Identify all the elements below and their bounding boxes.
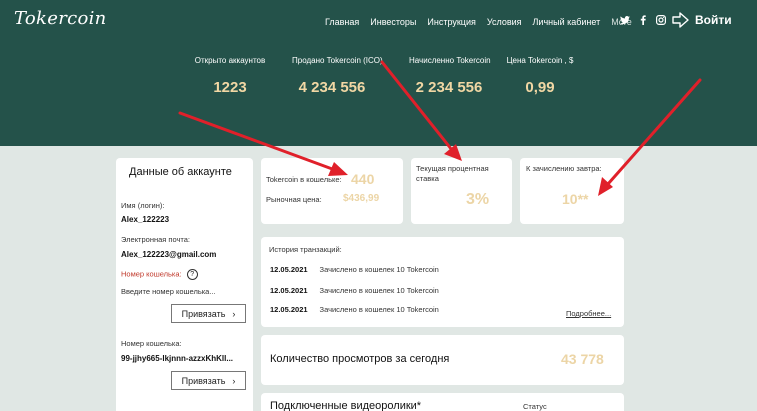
account-title: Данные об аккаунте xyxy=(129,166,232,178)
videos-label: Подключенные видеоролики* xyxy=(270,400,422,411)
email-value: Alex_122223@gmail.com xyxy=(121,250,217,259)
rate-label: Текущая процентная ставка xyxy=(416,164,489,183)
tomorrow-card: К зачислению завтра: 10** xyxy=(520,158,624,224)
stat-accrued: Начисленно Tokercoin 2 234 556 xyxy=(409,56,491,96)
wallet-label: Номер кошелька: xyxy=(121,269,182,279)
login-button[interactable]: Войти xyxy=(671,11,732,29)
nav-item-instructions[interactable]: Инструкция xyxy=(427,17,475,27)
account-card: Данные об аккаунте Имя (логин): Alex_122… xyxy=(116,158,253,411)
bind-wallet-button[interactable]: Привязать › xyxy=(171,304,246,323)
wallet-label-row: Номер кошелька:? xyxy=(121,269,198,280)
chevron-right-icon: › xyxy=(232,308,236,319)
twitter-icon[interactable] xyxy=(620,15,630,28)
header: Tokercoin Главная Инвесторы Инструкция У… xyxy=(0,0,757,146)
rate-card: Текущая процентная ставка 3% xyxy=(411,158,512,224)
main-nav: Главная Инвесторы Инструкция Условия Лич… xyxy=(325,17,643,27)
nav-item-home[interactable]: Главная xyxy=(325,17,359,27)
stat-value: 4 234 556 xyxy=(298,79,366,96)
market-price-label: Рыночная цена: xyxy=(266,195,322,204)
bind-label: Привязать xyxy=(181,375,226,386)
name-label: Имя (логин): xyxy=(121,201,165,210)
stat-price: Цена Tokercoin , $ 0,99 xyxy=(500,56,580,96)
chevron-right-icon: › xyxy=(232,375,236,386)
transactions-title: История транзакций: xyxy=(269,245,342,254)
tx-text: Зачислено в кошелек 10 Tokercoin xyxy=(319,265,439,274)
tx-text: Зачислено в кошелек 10 Tokercoin xyxy=(319,305,439,314)
stat-value: 2 234 556 xyxy=(415,79,483,96)
rate-value: 3% xyxy=(466,191,490,208)
social-links xyxy=(620,15,667,28)
instagram-icon[interactable] xyxy=(656,15,667,28)
wallet-number-value: 99-jjhy665-lkjnnn-azzxKhKll... xyxy=(121,354,234,363)
stat-label: Цена Tokercoin , $ xyxy=(506,56,574,65)
videos-card: Подключенные видеоролики* Статус xyxy=(261,393,624,411)
bind-label: Привязать xyxy=(181,308,226,319)
balance-label: Tokercoin в кошельке: xyxy=(266,175,342,184)
stat-label: Продано Tokercoin (ICO) xyxy=(292,56,383,65)
table-row: 12.05.2021 Зачислено в кошелек 10 Tokerco… xyxy=(270,286,439,295)
facebook-icon[interactable] xyxy=(638,15,648,28)
views-label: Количество просмотров за сегодня xyxy=(270,353,450,365)
videos-status-label: Статус xyxy=(523,402,547,411)
bind-wallet-button-2[interactable]: Привязать › xyxy=(171,371,246,390)
name-value: Alex_122223 xyxy=(121,215,170,224)
help-icon[interactable]: ? xyxy=(186,269,198,280)
wallet-number-label: Номер кошелька: xyxy=(121,339,182,348)
email-label: Электронная почта: xyxy=(121,235,191,244)
nav-item-cabinet[interactable]: Личный кабинет xyxy=(533,17,601,27)
market-price-value: $436,99 xyxy=(343,193,380,204)
balance-value: 440 xyxy=(351,171,375,187)
tx-date: 12.05.2021 xyxy=(270,286,308,295)
table-row: 12.05.2021 Зачислено в кошелек 10 Tokerco… xyxy=(270,265,439,274)
nav-item-terms[interactable]: Условия xyxy=(487,17,522,27)
stat-value: 1223 xyxy=(213,79,247,96)
stat-sold-ico: Продано Tokercoin (ICO) 4 234 556 xyxy=(292,56,383,96)
wallet-input[interactable]: Введите номер кошелька... xyxy=(121,287,216,296)
login-arrow-icon xyxy=(672,12,689,28)
tomorrow-label: К зачислению завтра: xyxy=(526,164,602,173)
stat-label: Открыто аккаунтов xyxy=(194,56,266,65)
stat-accounts: Открыто аккаунтов 1223 xyxy=(190,56,270,96)
more-link[interactable]: Подробнее... xyxy=(566,309,611,318)
stat-value: 0,99 xyxy=(525,79,555,96)
stat-label: Начисленно Tokercoin xyxy=(409,56,491,65)
views-value: 43 778 xyxy=(561,351,604,367)
tx-date: 12.05.2021 xyxy=(270,265,308,274)
wallet-card: Tokercoin в кошельке: 440 Рыночная цена:… xyxy=(261,158,403,224)
tomorrow-value: 10** xyxy=(562,191,589,207)
views-card: Количество просмотров за сегодня 43 778 xyxy=(261,335,624,385)
table-row: 12.05.2021 Зачислено в кошелек 10 Tokerco… xyxy=(270,305,439,314)
tx-text: Зачислено в кошелек 10 Tokercoin xyxy=(319,286,439,295)
nav-item-investors[interactable]: Инвесторы xyxy=(370,17,416,27)
transactions-card: История транзакций: 12.05.2021 Зачислено … xyxy=(261,237,624,327)
login-label: Войти xyxy=(695,13,732,27)
logo[interactable]: Tokercoin xyxy=(14,8,107,29)
tx-date: 12.05.2021 xyxy=(270,305,308,314)
